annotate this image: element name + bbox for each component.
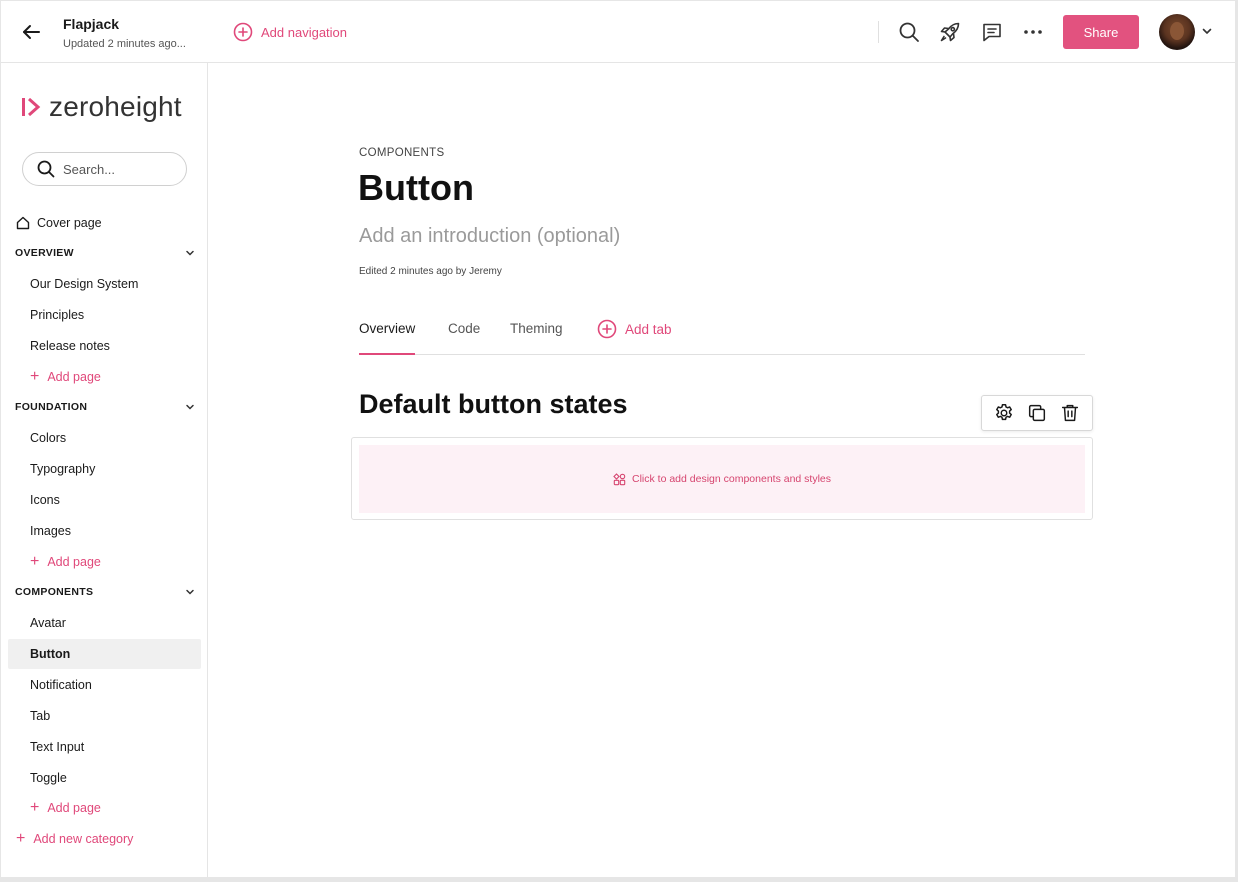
add-navigation-label: Add navigation <box>261 24 348 40</box>
toolbar-divider <box>878 21 879 43</box>
sidebar-item-tab[interactable]: Tab <box>8 701 201 731</box>
plus-circle-icon <box>597 319 617 339</box>
chevron-down-icon[interactable] <box>185 248 195 258</box>
user-avatar[interactable] <box>1159 14 1195 50</box>
home-icon <box>16 216 30 230</box>
search-icon <box>37 160 55 178</box>
section-title: OVERVIEW <box>15 247 74 259</box>
add-page-label: Add page <box>47 555 101 569</box>
sidebar-item-label: Button <box>30 647 71 661</box>
search-input[interactable] <box>63 161 173 177</box>
add-navigation-button[interactable]: Add navigation <box>233 22 347 42</box>
sidebar-item-icons[interactable]: Icons <box>8 485 201 515</box>
add-tab-button[interactable]: Add tab <box>597 319 672 339</box>
sidebar-item-principles[interactable]: Principles <box>8 300 201 330</box>
brand-logo[interactable]: zeroheight <box>21 91 182 123</box>
comment-icon[interactable] <box>981 21 1003 43</box>
sidebar-item-label: Our Design System <box>30 277 139 291</box>
add-components-area[interactable]: Click to add design components and style… <box>359 445 1085 513</box>
sidebar-item-button[interactable]: Button <box>8 639 201 669</box>
sidebar-item-label: Typography <box>30 462 96 476</box>
sidebar-item-label: Text Input <box>30 740 85 754</box>
add-page-label: Add page <box>47 801 101 815</box>
avatar-face <box>1170 22 1184 40</box>
chevron-down-icon[interactable] <box>1201 25 1213 37</box>
chevron-down-icon[interactable] <box>185 402 195 412</box>
share-button[interactable]: Share <box>1063 15 1139 49</box>
trash-icon[interactable] <box>1059 402 1081 424</box>
add-page-components-button[interactable]: + Add page <box>30 796 101 820</box>
edited-status: Edited 2 minutes ago by Jeremy <box>359 266 502 277</box>
sidebar-item-label: Release notes <box>30 339 110 353</box>
back-arrow-icon[interactable] <box>19 20 43 44</box>
add-category-label: Add new category <box>33 832 134 846</box>
sidebar-item-release-notes[interactable]: Release notes <box>8 331 201 361</box>
sidebar-item-colors[interactable]: Colors <box>8 423 201 453</box>
sidebar-item-label: Tab <box>30 709 51 723</box>
sidebar-item-images[interactable]: Images <box>8 516 201 546</box>
sidebar-item-notification[interactable]: Notification <box>8 670 201 700</box>
sidebar-item-label: Notification <box>30 678 92 692</box>
more-options-icon[interactable] <box>1022 21 1044 43</box>
intro-placeholder[interactable]: Add an introduction (optional) <box>359 225 620 248</box>
section-components[interactable]: COMPONENTS <box>15 582 195 602</box>
section-title: FOUNDATION <box>15 401 88 413</box>
page-category: COMPONENTS <box>359 147 445 159</box>
sidebar-item-label: Colors <box>30 431 67 445</box>
updated-status: Updated 2 minutes ago... <box>63 38 186 50</box>
search-icon[interactable] <box>898 21 920 43</box>
zeroheight-logo-icon <box>22 97 41 117</box>
page-tabs: Overview Code Theming Add tab <box>359 313 1085 355</box>
sidebar-item-label: Cover page <box>37 216 102 230</box>
gear-icon[interactable] <box>993 402 1015 424</box>
section-overview[interactable]: OVERVIEW <box>15 243 195 263</box>
plus-icon: + <box>16 830 26 847</box>
project-name: Flapjack <box>63 16 120 32</box>
sidebar-item-label: Icons <box>30 493 60 507</box>
add-category-button[interactable]: + Add new category <box>16 827 133 851</box>
section-title: COMPONENTS <box>15 586 94 598</box>
sidebar-item-cover-page[interactable]: Cover page <box>8 208 201 238</box>
sidebar-item-label: Principles <box>30 308 85 322</box>
sidebar-item-label: Toggle <box>30 771 67 785</box>
plus-icon: + <box>30 368 40 385</box>
tab-code[interactable]: Code <box>448 321 480 355</box>
sidebar-item-label: Images <box>30 524 71 538</box>
add-page-overview-button[interactable]: + Add page <box>30 365 101 389</box>
components-grid-icon <box>613 472 626 485</box>
chevron-down-icon[interactable] <box>185 587 195 597</box>
tab-overview[interactable]: Overview <box>359 321 416 355</box>
plus-icon: + <box>30 553 40 570</box>
sidebar-item-toggle[interactable]: Toggle <box>8 763 201 793</box>
add-page-label: Add page <box>47 370 101 384</box>
sidebar-item-label: Avatar <box>30 616 66 630</box>
page-title[interactable]: Button <box>358 167 474 209</box>
sidebar-item-our-design-system[interactable]: Our Design System <box>8 269 201 299</box>
sidebar: zeroheight Cover page OVERVIEW Our Desig… <box>1 63 208 877</box>
sidebar-item-text-input[interactable]: Text Input <box>8 732 201 762</box>
app-window: Flapjack Updated 2 minutes ago... Add na… <box>1 1 1235 877</box>
sidebar-item-avatar[interactable]: Avatar <box>8 608 201 638</box>
plus-icon: + <box>30 799 40 816</box>
tab-theming[interactable]: Theming <box>510 321 563 355</box>
top-bar: Flapjack Updated 2 minutes ago... Add na… <box>1 1 1235 63</box>
rocket-icon[interactable] <box>939 21 961 43</box>
sidebar-item-typography[interactable]: Typography <box>8 454 201 484</box>
component-block: Click to add design components and style… <box>351 437 1093 520</box>
block-toolbar <box>981 395 1093 431</box>
add-tab-label: Add tab <box>625 321 672 337</box>
section-heading[interactable]: Default button states <box>359 389 628 420</box>
add-page-foundation-button[interactable]: + Add page <box>30 550 101 574</box>
duplicate-icon[interactable] <box>1026 402 1048 424</box>
search-field[interactable] <box>22 152 187 186</box>
main-content: COMPONENTS Button Add an introduction (o… <box>209 63 1235 877</box>
add-components-label: Click to add design components and style… <box>631 473 832 485</box>
brand-name: zeroheight <box>49 91 182 122</box>
section-foundation[interactable]: FOUNDATION <box>15 397 195 417</box>
plus-circle-icon <box>233 22 253 42</box>
